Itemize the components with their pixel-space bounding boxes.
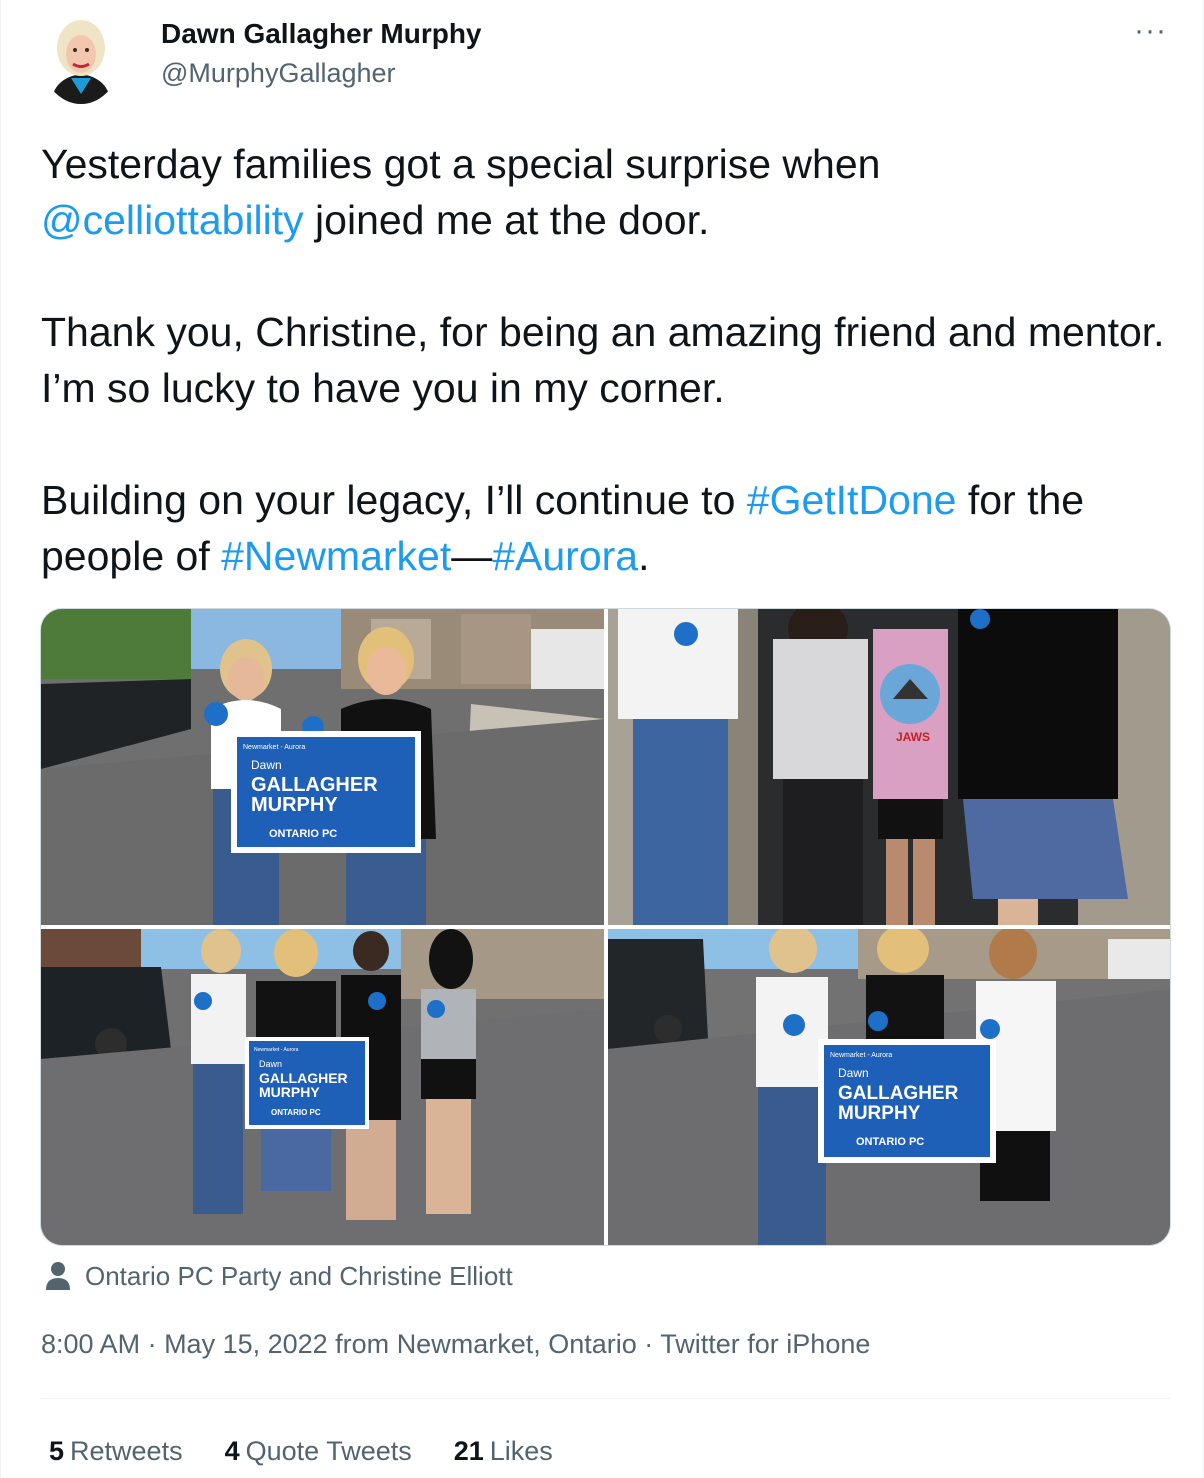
tweet-text-span: joined me at the door. [303, 197, 710, 243]
author-handle[interactable]: @MurphyGallagher [161, 58, 396, 89]
person-icon [46, 1262, 70, 1290]
tweet-text: Yesterday families got a special surpris… [41, 136, 1181, 584]
likes-count: 21 [453, 1436, 484, 1466]
campaign-sign: Newmarket - Aurora Dawn GALLAGHER MURPHY… [231, 731, 421, 853]
likes-stat[interactable]: 21 Likes [454, 1436, 553, 1467]
sign-last-name-1: GALLAGHER [251, 774, 378, 796]
tweet-text-span: . [638, 533, 650, 579]
photo-2[interactable]: JAWS [608, 609, 1170, 925]
retweets-label: Retweets [70, 1436, 183, 1466]
photo-1[interactable]: Newmarket - Aurora Dawn GALLAGHER MURPHY… [41, 609, 604, 925]
quote-tweets-count: 4 [224, 1436, 240, 1466]
tweet-paragraph-3: Building on your legacy, I’ll continue t… [41, 472, 1181, 584]
sign-last-name-2: MURPHY [838, 1103, 921, 1124]
sign-last-name-2: MURPHY [259, 1084, 320, 1100]
sign-party: ONTARIO PC [271, 1108, 321, 1117]
tagged-people-text: Ontario PC Party and Christine Elliott [85, 1260, 513, 1291]
quote-tweets-stat[interactable]: 4 Quote Tweets [225, 1436, 412, 1467]
tweet-text-span: — [451, 533, 493, 579]
divider [41, 1398, 1171, 1399]
mention-link[interactable]: @celliottability [41, 197, 304, 243]
sign-last-name-2: MURPHY [251, 794, 338, 816]
tagged-people[interactable]: Ontario PC Party and Christine Elliott [45, 1258, 513, 1294]
sign-party: ONTARIO PC [856, 1136, 924, 1148]
more-options-icon[interactable]: ··· [1134, 14, 1167, 48]
campaign-sign: Newmarket - Aurora Dawn GALLAGHER MURPHY… [245, 1037, 369, 1129]
sign-last-name-1: GALLAGHER [838, 1083, 959, 1104]
media-grid: Newmarket - Aurora Dawn GALLAGHER MURPHY… [40, 608, 1171, 1246]
meta-from: from [327, 1329, 397, 1359]
tweet-location[interactable]: Newmarket, Ontario [397, 1329, 637, 1359]
quote-tweets-label: Quote Tweets [245, 1436, 412, 1466]
likes-label: Likes [489, 1436, 553, 1466]
tweet-time[interactable]: 8:00 AM [41, 1329, 140, 1359]
hashtag-link[interactable]: #Aurora [492, 533, 638, 579]
sign-first-name: Dawn [838, 1066, 869, 1080]
sign-first-name: Dawn [259, 1059, 282, 1069]
avatar[interactable] [41, 8, 121, 104]
campaign-sign: Newmarket - Aurora Dawn GALLAGHER MURPHY… [818, 1039, 996, 1163]
tweet-text-span: Yesterday families got a special surpris… [41, 141, 881, 187]
sign-region: Newmarket - Aurora [254, 1047, 299, 1053]
tweet-text-span: Building on your legacy, I’ll continue t… [41, 477, 747, 523]
tweet-source[interactable]: Twitter for iPhone [660, 1329, 870, 1359]
hashtag-link[interactable]: #GetItDone [747, 477, 957, 523]
author-name[interactable]: Dawn Gallagher Murphy [161, 18, 482, 50]
tweet-meta: 8:00 AM · May 15, 2022 from Newmarket, O… [41, 1329, 870, 1360]
tweet-date[interactable]: May 15, 2022 [164, 1329, 328, 1359]
sign-region: Newmarket - Aurora [830, 1052, 892, 1059]
tweet-paragraph-1: Yesterday families got a special surpris… [41, 136, 1181, 248]
retweets-stat[interactable]: 5 Retweets [49, 1436, 183, 1467]
hashtag-link[interactable]: #Newmarket [221, 533, 451, 579]
retweets-count: 5 [49, 1436, 65, 1466]
photo-3[interactable]: Newmarket - Aurora Dawn GALLAGHER MURPHY… [41, 929, 604, 1245]
sign-first-name: Dawn [251, 758, 282, 772]
tweet-stats: 5 Retweets 4 Quote Tweets 21 Likes [49, 1436, 595, 1467]
meta-separator: · [140, 1329, 165, 1359]
shirt-text: JAWS [896, 730, 930, 744]
photo-4[interactable]: Newmarket - Aurora Dawn GALLAGHER MURPHY… [608, 929, 1170, 1245]
sign-party: ONTARIO PC [269, 828, 337, 840]
meta-separator: · [636, 1329, 661, 1359]
sign-region: Newmarket - Aurora [243, 744, 305, 751]
tweet-card: Dawn Gallagher Murphy @MurphyGallagher ·… [0, 0, 1204, 1478]
tweet-paragraph-2: Thank you, Christine, for being an amazi… [41, 309, 1165, 411]
